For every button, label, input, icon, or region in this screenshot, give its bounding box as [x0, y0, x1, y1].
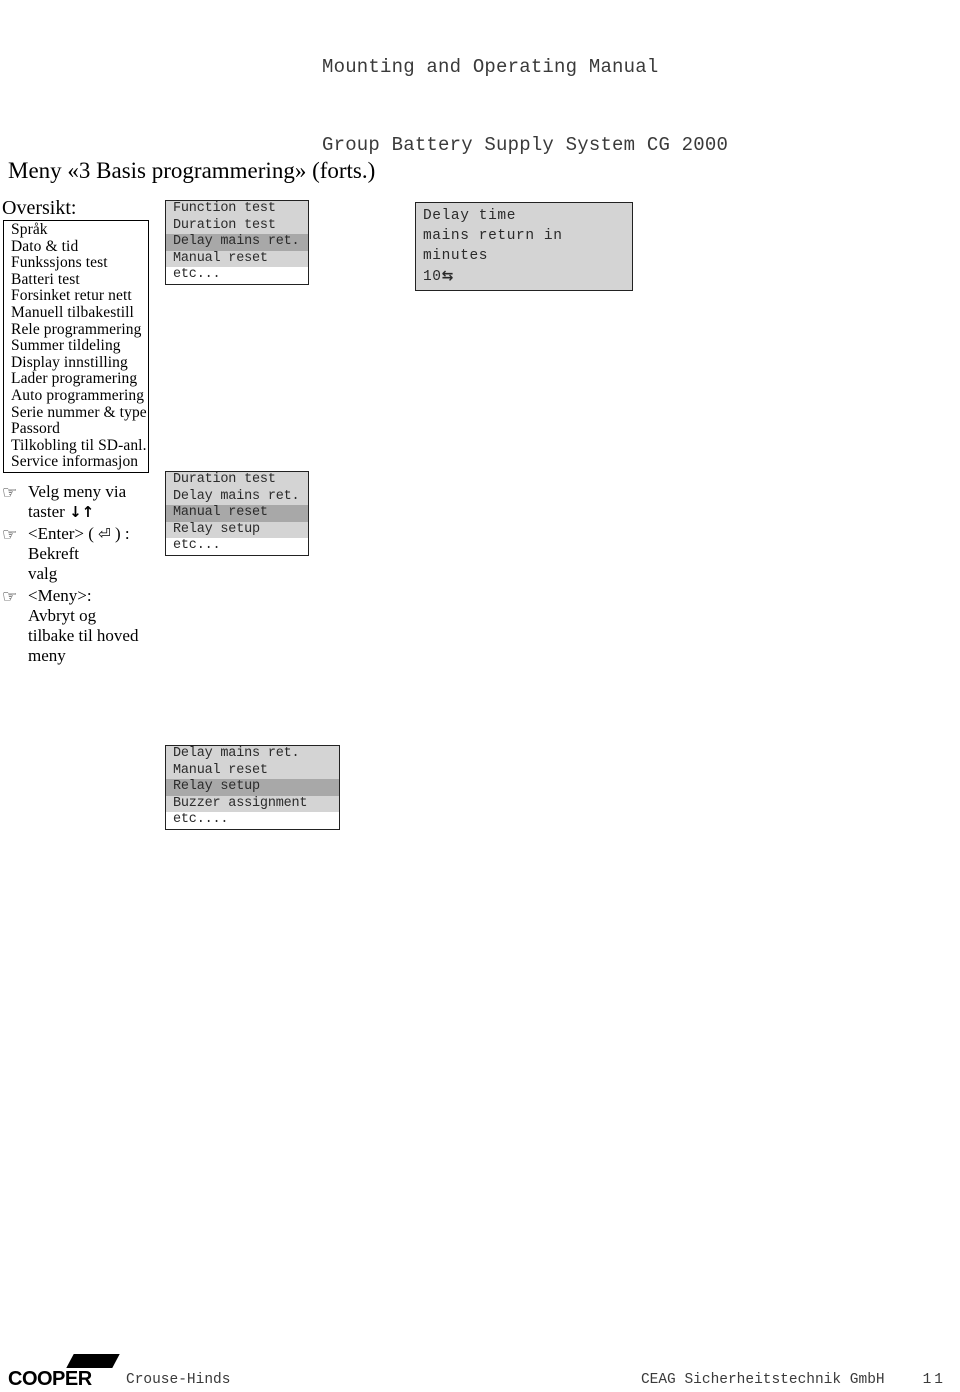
- lcd-line[interactable]: Delay mains ret.: [166, 746, 339, 763]
- lcd-line[interactable]: Manual reset: [166, 763, 339, 780]
- instruction-row: ☞ Velg meny via taster ↓↑: [2, 482, 167, 522]
- delay-time-value-row: 10⇆: [416, 266, 632, 287]
- lcd-line[interactable]: Buzzer assignment: [166, 796, 339, 813]
- lcd-panel-delay-time: Delay time mains return in minutes 10⇆: [415, 202, 633, 291]
- instruction-row: ☞ <Enter> ( ⏎ ) : Bekreft valg: [2, 524, 167, 584]
- menu-item[interactable]: Manuell tilbakestill: [4, 304, 148, 322]
- overview-label: Oversikt:: [2, 197, 77, 219]
- cooper-logo: COOPER Crouse-Hinds: [8, 1352, 308, 1392]
- menu-item[interactable]: Batteri test: [4, 271, 148, 289]
- lcd-line[interactable]: etc...: [166, 267, 308, 284]
- header-line-1: Mounting and Operating Manual: [322, 56, 659, 78]
- delay-time-value: 10: [423, 269, 442, 285]
- lcd-line[interactable]: Duration test: [166, 472, 308, 489]
- menu-item[interactable]: Auto programmering: [4, 387, 148, 405]
- instruction-text: <Enter> ( ⏎ ) : Bekreft valg: [28, 524, 130, 584]
- pointing-hand-icon: ☞: [2, 483, 18, 503]
- lcd-panel-3: Delay mains ret. Manual reset Relay setup B…: [165, 745, 340, 830]
- page-footer: COOPER Crouse-Hinds CEAG Sicherheitstech…: [0, 1352, 960, 1392]
- lcd-line-selected[interactable]: Manual reset: [166, 505, 308, 522]
- footer-right-block: CEAG Sicherheitstechnik GmbH 11: [510, 1371, 960, 1389]
- logo-subtitle: Crouse-Hinds: [126, 1372, 231, 1388]
- lcd-line[interactable]: Manual reset: [166, 251, 308, 268]
- menu-item[interactable]: Funkssjons test: [4, 255, 148, 272]
- lcd-line[interactable]: Duration test: [166, 218, 308, 235]
- instruction-text-before: <Enter> (: [28, 524, 99, 543]
- menu-item[interactable]: Lader programering: [4, 371, 148, 388]
- logo-wordmark: COOPER: [8, 1368, 92, 1390]
- menu-item[interactable]: Forsinket retur nett: [4, 288, 148, 305]
- left-right-arrow-icon: ⇆: [441, 268, 454, 284]
- menu-item[interactable]: Serie nummer & type: [4, 404, 148, 422]
- menu-item[interactable]: Dato & tid: [4, 238, 148, 256]
- delay-time-line-2: mains return in: [423, 228, 563, 244]
- menu-item[interactable]: Display innstilling: [4, 354, 148, 372]
- overview-menu-box: Språk Dato & tid Funkssjons test Batteri te…: [3, 220, 149, 473]
- instruction-row: ☞ <Meny>: Avbryt og tilbake til hoved men…: [2, 586, 167, 666]
- document-header: Mounting and Operating Manual Group Batt…: [322, 0, 882, 184]
- lcd-line[interactable]: Delay mains ret.: [166, 489, 308, 506]
- instruction-text-before: <Meny>: Avbryt og tilbake til hoved meny: [28, 586, 139, 665]
- pointing-hand-icon: ☞: [2, 587, 18, 607]
- menu-item[interactable]: Service informasjon: [4, 454, 148, 471]
- header-line-2: Group Battery Supply System CG 2000: [322, 134, 729, 156]
- menu-item[interactable]: Språk: [4, 221, 148, 239]
- footer-company: CEAG Sicherheitstechnik GmbH: [640, 1372, 885, 1388]
- lcd-panel-1: Function test Duration test Delay mains re…: [165, 200, 309, 285]
- delay-time-line-3: minutes: [423, 248, 489, 264]
- instruction-text: <Meny>: Avbryt og tilbake til hoved meny: [28, 586, 138, 666]
- page-title: Meny «3 Basis programmering» (forts.): [8, 158, 376, 183]
- instructions-list: ☞ Velg meny via taster ↓↑ ☞ <Enter> ( ⏎ ) :…: [2, 482, 167, 668]
- lcd-line-selected[interactable]: Delay mains ret.: [166, 234, 308, 251]
- menu-item[interactable]: Summer tildeling: [4, 338, 148, 355]
- enter-key-icon: ⏎: [98, 525, 111, 543]
- delay-time-line-1: Delay time: [423, 208, 517, 224]
- instruction-text: Velg meny via taster ↓↑: [28, 482, 126, 522]
- menu-item[interactable]: Rele programmering: [4, 321, 148, 339]
- up-down-arrow-icon: ↓↑: [69, 503, 95, 521]
- lcd-line-selected[interactable]: Relay setup: [166, 779, 339, 796]
- footer-page-number: 11: [922, 1372, 946, 1388]
- lcd-line[interactable]: etc....: [166, 812, 339, 829]
- lcd-panel-2: Duration test Delay mains ret. Manual rese…: [165, 471, 309, 556]
- menu-item[interactable]: Passord: [4, 421, 148, 438]
- lcd-line[interactable]: etc...: [166, 538, 308, 555]
- logo-parallelogram-icon: [66, 1354, 120, 1368]
- menu-item[interactable]: Tilkobling til SD-anl.: [4, 437, 148, 455]
- lcd-line[interactable]: Function test: [166, 201, 308, 218]
- lcd-line[interactable]: Relay setup: [166, 522, 308, 539]
- pointing-hand-icon: ☞: [2, 525, 18, 545]
